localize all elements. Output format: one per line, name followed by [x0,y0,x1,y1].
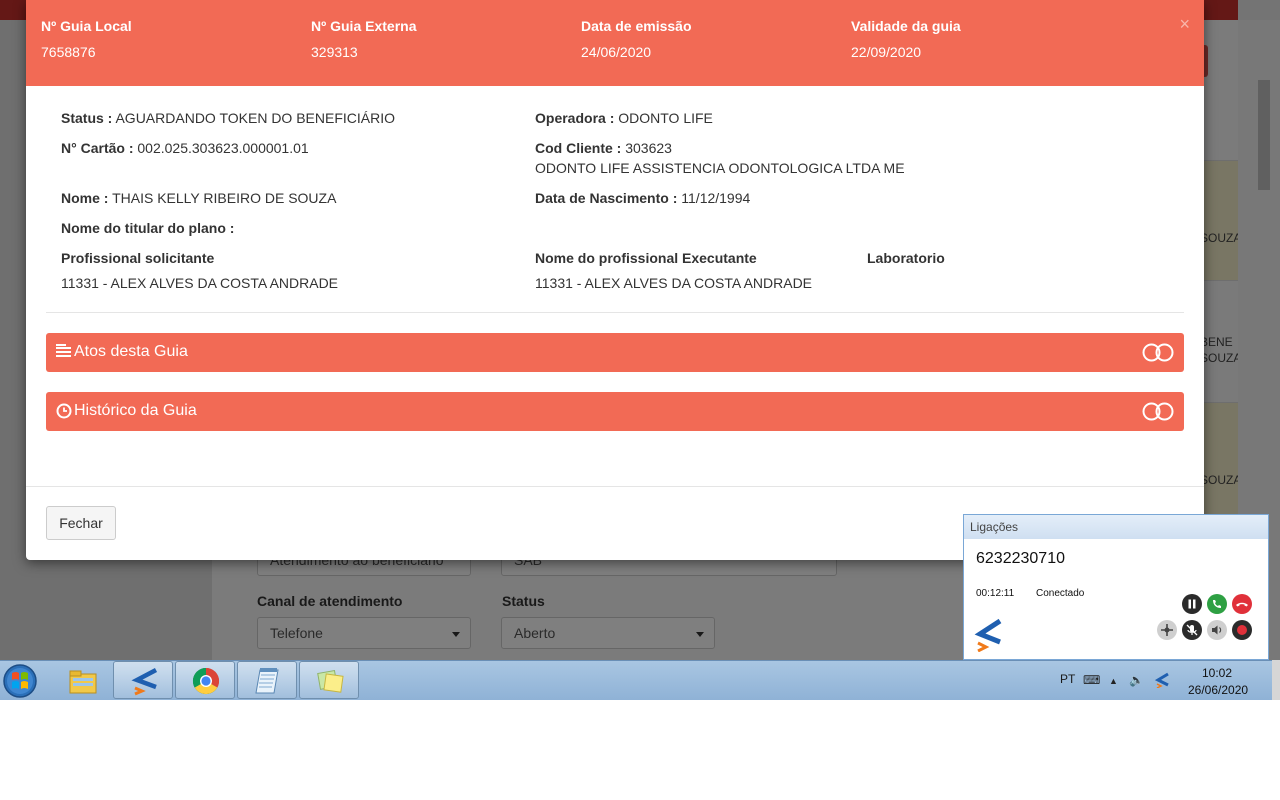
header-guia-externa: Nº Guia Externa 329313 [311,18,416,60]
header-label: Nº Guia Local [41,18,132,34]
calls-widget: Ligações 6232230710 00:12:11 Conectado [963,514,1269,660]
nome-field-value: THAIS KELLY RIBEIRO DE SOUZA [112,190,337,206]
speaker-icon[interactable]: 🔈 [1129,673,1144,687]
hangup-button[interactable] [1232,594,1252,614]
cartao-field-value: 002.025.303623.000001.01 [137,140,309,156]
operadora-field-label: Operadora : [535,110,615,126]
app-logo-icon[interactable] [1154,672,1170,688]
toggle-icon[interactable] [1142,343,1174,362]
accordion-atos-guia[interactable]: Atos desta Guia [46,333,1184,372]
start-button[interactable] [1,663,39,699]
volume-button[interactable] [1207,620,1227,640]
close-button[interactable]: Fechar [46,506,116,540]
status-field-value: AGUARDANDO TOKEN DO BENEFICIÁRIO [115,110,395,126]
keyboard-icon[interactable]: ⌨ [1083,673,1100,687]
tray-expand-icon[interactable]: ▲ [1109,676,1118,686]
mute-button[interactable] [1182,620,1202,640]
taskbar-chrome[interactable] [175,661,235,699]
folder-icon [69,670,97,694]
chrome-icon [192,667,220,695]
clock-time[interactable]: 10:02 [1202,666,1232,680]
calls-number: 6232230710 [976,550,1065,567]
cliente-nome: ODONTO LIFE ASSISTENCIA ODONTOLOGICA LTD… [535,160,905,176]
guia-modal: Nº Guia Local 7658876 Nº Guia Externa 32… [26,0,1204,560]
cartao-field-label: N° Cartão : [61,140,134,156]
app-logo-icon [974,618,1002,652]
taskbar: PT ⌨ ▲ 🔈 10:02 26/06/2020 [0,660,1272,700]
toggle-icon[interactable] [1142,402,1174,421]
nascimento-field: Data de Nascimento : 11/12/1994 [535,190,750,206]
taskbar-notepad[interactable] [237,661,297,699]
header-label: Nº Guia Externa [311,18,417,34]
taskbar-sticky-notes[interactable] [299,661,359,699]
nascimento-field-value: 11/12/1994 [681,190,751,206]
operadora-field: Operadora : ODONTO LIFE [535,110,713,126]
header-label: Validade da guia [851,18,961,34]
header-label: Data de emissão [581,18,692,34]
accordion-label: Histórico da Guia [74,402,197,419]
executante-value: 11331 - ALEX ALVES DA COSTA ANDRADE [535,275,813,291]
header-validade: Validade da guia 22/09/2020 [851,18,961,60]
clock-date[interactable]: 26/06/2020 [1188,683,1248,697]
header-value: 329313 [311,44,358,60]
footer-divider [26,486,1204,487]
cod-cliente-field-value: 303623 [625,140,672,156]
status-field: Status : AGUARDANDO TOKEN DO BENEFICIÁRI… [61,110,395,126]
list-icon [56,344,71,357]
nascimento-field-label: Data de Nascimento : [535,190,678,206]
header-value: 24/06/2020 [581,44,652,60]
cod-cliente-field-label: Cod Cliente : [535,140,622,156]
microphone-mute-icon [1182,620,1202,640]
record-button[interactable] [1232,620,1252,640]
notepad-icon [255,668,279,694]
calls-title: Ligações [964,515,1268,539]
header-value: 22/09/2020 [851,44,922,60]
tray-language[interactable]: PT [1060,672,1075,686]
pause-button[interactable] [1182,594,1202,614]
screen-edge [1272,660,1280,700]
header-value: 7658876 [41,44,96,60]
operadora-field-value: ODONTO LIFE [618,110,713,126]
solicitante-label: Profissional solicitante [61,250,215,266]
solicitante-value: 11331 - ALEX ALVES DA COSTA ANDRADE [61,275,339,291]
titular-field: Nome do titular do plano : [61,220,234,236]
cartao-field: N° Cartão : 002.025.303623.000001.01 [61,140,309,156]
transfer-icon [1157,620,1177,640]
titular-field-label: Nome do titular do plano : [61,220,235,236]
answer-button[interactable] [1207,594,1227,614]
pause-icon [1182,594,1202,614]
accordion-label: Atos desta Guia [74,343,188,360]
divider [46,312,1184,313]
screen: SOUZA BENE SOUZA SOUZA Atendimento ao be… [0,0,1280,700]
taskbar-explorer[interactable] [52,661,112,699]
header-guia-local: Nº Guia Local 7658876 [41,18,132,60]
clock-icon [56,403,72,419]
calls-duration: 00:12:11 [976,588,1015,599]
modal-header: Nº Guia Local 7658876 Nº Guia Externa 32… [26,0,1204,86]
nome-field: Nome : THAIS KELLY RIBEIRO DE SOUZA [61,190,336,206]
sticky-notes-icon [317,669,344,693]
record-icon [1232,620,1252,640]
taskbar-app-logo[interactable] [113,661,173,699]
phone-answer-icon [1207,594,1227,614]
close-icon[interactable]: × [1179,14,1190,35]
header-data-emissao: Data de emissão 24/06/2020 [581,18,692,60]
laboratorio-label: Laboratorio [867,250,945,266]
status-field-label: Status : [61,110,113,126]
calls-status: Conectado [1036,588,1085,599]
phone-hangup-icon [1232,594,1252,614]
accordion-historico-guia[interactable]: Histórico da Guia [46,392,1184,431]
cod-cliente-field: Cod Cliente : 303623 [535,140,672,156]
nome-field-label: Nome : [61,190,109,206]
app-logo-icon [131,668,158,696]
executante-label: Nome do profissional Executante [535,250,757,266]
speaker-icon [1207,620,1227,640]
transfer-button[interactable] [1157,620,1177,640]
